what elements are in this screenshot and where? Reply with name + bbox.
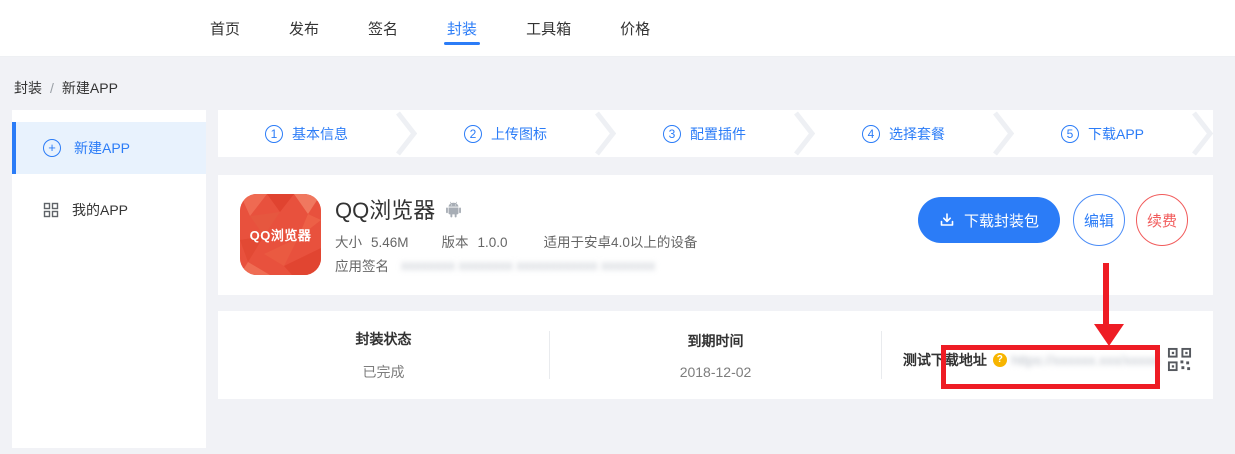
nav-item-pricing[interactable]: 价格 (620, 0, 650, 56)
app-icon: QQ浏览器 (240, 194, 321, 275)
sidebar: 新建APP 我的APP (12, 110, 206, 448)
version-value: 1.0.0 (478, 235, 508, 250)
sidebar-item-new-app[interactable]: 新建APP (12, 122, 206, 174)
breadcrumb-current: 新建APP (62, 80, 118, 96)
app-name: QQ浏览器 (335, 193, 435, 225)
nav-item-home[interactable]: 首页 (210, 0, 240, 56)
nav-item-toolbox[interactable]: 工具箱 (526, 0, 571, 56)
chevron-right-icon (1191, 110, 1213, 157)
sidebar-item-label: 新建APP (74, 138, 130, 158)
sidebar-item-my-app[interactable]: 我的APP (12, 184, 206, 236)
chevron-right-icon (793, 110, 815, 157)
step-label: 选择套餐 (889, 124, 945, 144)
status-col-test-url: 测试下载地址 ? https://xxxxxx.xxx/xxxxx (882, 338, 1213, 372)
qr-code-icon[interactable] (1167, 347, 1192, 372)
download-package-button[interactable]: 下载封装包 (918, 197, 1060, 243)
status-col-expiry: 到期时间 2018-12-02 (550, 331, 881, 380)
breadcrumb: 封装 / 新建APP (14, 78, 118, 98)
step-wizard: 1 基本信息 2 上传图标 3 配置插件 4 选择套餐 5 下载APP (218, 110, 1213, 157)
package-state-value: 已完成 (218, 362, 549, 382)
compatibility-text: 适用于安卓4.0以上的设备 (544, 235, 698, 250)
package-state-label: 封装状态 (218, 329, 549, 349)
step-number-badge: 5 (1061, 125, 1079, 143)
breadcrumb-separator: / (50, 80, 54, 96)
step-number-badge: 1 (265, 125, 283, 143)
app-meta: 大小 5.46M 版本 1.0.0 适用于安卓4.0以上的设备 (335, 231, 697, 251)
step-label: 下载APP (1088, 124, 1144, 144)
android-icon (444, 200, 463, 219)
sidebar-item-label: 我的APP (72, 200, 128, 220)
chevron-right-icon (992, 110, 1014, 157)
chevron-right-icon (395, 110, 417, 157)
status-card: 封装状态 已完成 到期时间 2018-12-02 测试下载地址 ? https:… (218, 311, 1213, 399)
test-url-label: 测试下载地址 (903, 350, 987, 370)
edit-button[interactable]: 编辑 (1073, 194, 1125, 246)
app-signature: 应用签名 xxxxxxxx xxxxxxxx xxxxxxxxxxxx xxxx… (335, 255, 655, 275)
nav-item-publish[interactable]: 发布 (289, 0, 319, 56)
expiry-value: 2018-12-02 (550, 364, 881, 380)
step-number-badge: 2 (464, 125, 482, 143)
signature-label: 应用签名 (335, 255, 389, 275)
plus-circle-icon (43, 139, 61, 157)
download-icon (939, 212, 955, 228)
nav-item-package[interactable]: 封装 (447, 0, 477, 56)
step-label: 上传图标 (491, 124, 547, 144)
help-icon[interactable]: ? (993, 353, 1007, 367)
test-url-value-redacted[interactable]: https://xxxxxx.xxx/xxxxx (1011, 352, 1159, 368)
step-label: 配置插件 (690, 124, 746, 144)
size-value: 5.46M (371, 235, 409, 250)
breadcrumb-section[interactable]: 封装 (14, 80, 42, 96)
step-basic-info[interactable]: 1 基本信息 (218, 124, 395, 144)
expiry-label: 到期时间 (550, 331, 881, 351)
app-info-card: QQ浏览器 QQ浏览器 大小5.46M版本1.0.0适用于安卓4.0以上的设备 … (218, 175, 1213, 295)
renew-button[interactable]: 续费 (1136, 194, 1188, 246)
size-label: 大小 (335, 235, 362, 250)
grid-icon (43, 202, 59, 218)
chevron-right-icon (594, 110, 616, 157)
step-label: 基本信息 (292, 124, 348, 144)
version-label: 版本 (442, 235, 469, 250)
step-configure-plugins[interactable]: 3 配置插件 (616, 124, 793, 144)
step-download-app[interactable]: 5 下载APP (1014, 124, 1191, 144)
nav-item-signature[interactable]: 签名 (368, 0, 398, 56)
top-nav: 首页 发布 签名 封装 工具箱 价格 (0, 0, 1235, 57)
step-number-badge: 4 (862, 125, 880, 143)
status-col-package-state: 封装状态 已完成 (218, 329, 549, 382)
step-select-plan[interactable]: 4 选择套餐 (815, 124, 992, 144)
download-button-label: 下载封装包 (964, 210, 1039, 231)
step-upload-icon[interactable]: 2 上传图标 (417, 124, 594, 144)
signature-value-redacted: xxxxxxxx xxxxxxxx xxxxxxxxxxxx xxxxxxxx (401, 258, 655, 273)
step-number-badge: 3 (663, 125, 681, 143)
app-icon-label: QQ浏览器 (240, 225, 321, 244)
